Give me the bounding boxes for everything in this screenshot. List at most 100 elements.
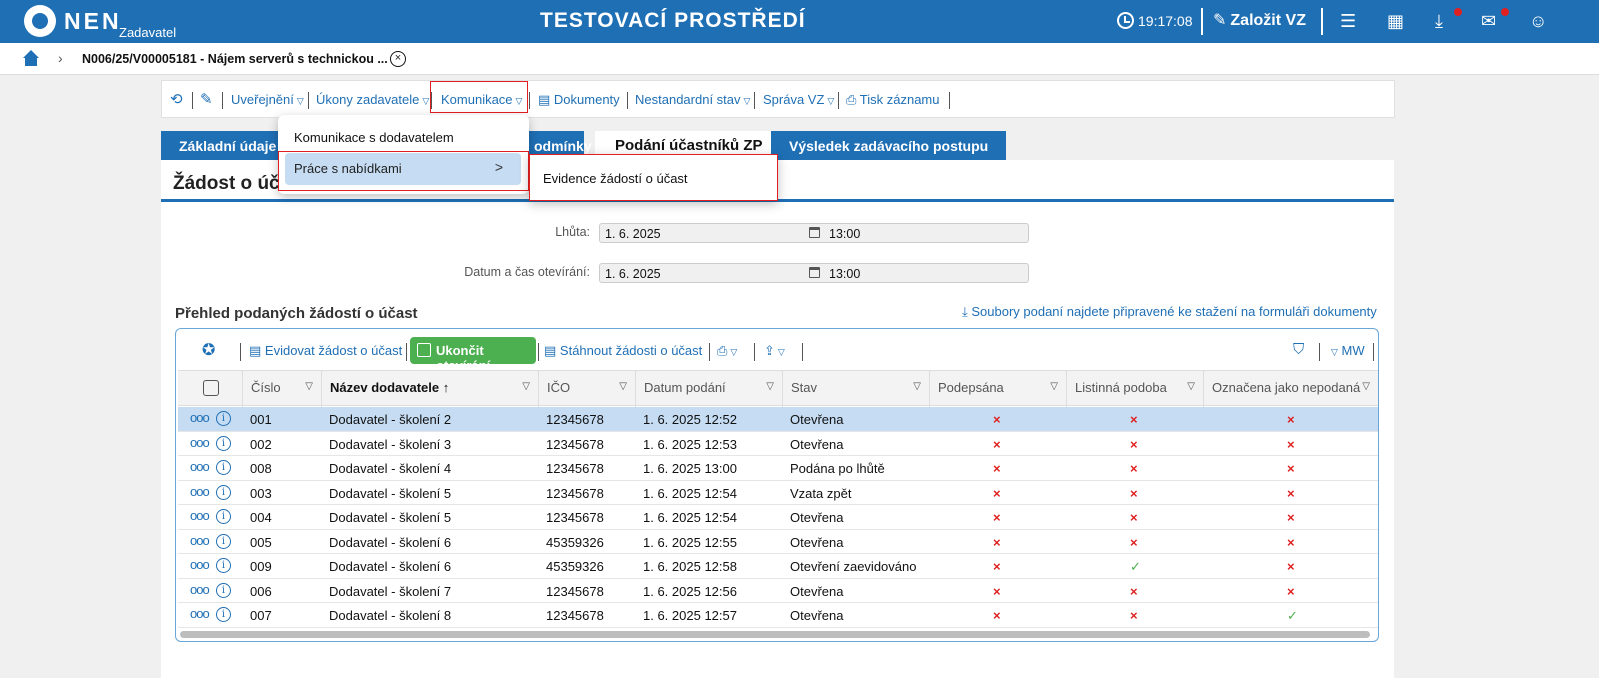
download-icon[interactable]: ⤓ [1435, 11, 1443, 32]
row-actions-icon[interactable]: ooo [190, 410, 210, 425]
table-row[interactable]: ooo i 008 Dodavatel - školení 4 12345678 1. 6… [178, 456, 1378, 481]
info-icon[interactable]: i [216, 533, 231, 549]
mail-icon[interactable]: ✉ [1481, 11, 1496, 32]
filter-triangle-icon[interactable]: ▽ [619, 381, 627, 392]
table-row[interactable]: ooo i 001 Dodavatel - školení 2 12345678 1. 6… [178, 407, 1378, 432]
dropdown-triangle-icon: ▽ [827, 96, 835, 106]
cell-date: 1. 6. 2025 13:00 [643, 461, 737, 476]
info-icon[interactable]: i [216, 435, 231, 451]
cell-supplier: Dodavatel - školení 4 [329, 461, 452, 476]
column-not-submitted[interactable]: Označena jako nepodaná ▽ [1203, 371, 1378, 407]
notification-dot [1501, 8, 1509, 16]
column-settings-icon[interactable] [203, 380, 219, 396]
column-supplier[interactable]: Název dodavatele ↑ ▽ [321, 371, 538, 407]
filter-triangle-icon[interactable]: ▽ [1050, 381, 1058, 392]
download-requests-button[interactable]: ▤ Stáhnout žádosti o účast [544, 343, 702, 359]
export-button[interactable]: ⇪ ▽ [764, 343, 785, 359]
close-icon[interactable]: × [390, 51, 406, 67]
breadcrumb-title[interactable]: N006/25/V00005181 - Nájem serverů s tech… [82, 52, 388, 66]
row-actions-icon[interactable]: ooo [190, 582, 210, 597]
cell-not-submitted: × [1287, 412, 1295, 427]
create-vz-button[interactable]: ✎ Založit VZ [1213, 10, 1306, 30]
download-files-link[interactable]: ⤓ Soubory podaní najdete připravené ke s… [962, 304, 1377, 320]
table-row[interactable]: ooo i 002 Dodavatel - školení 3 12345678 1. 6… [178, 432, 1378, 456]
nen-logo-icon[interactable] [24, 5, 56, 37]
row-actions-icon[interactable]: ooo [190, 557, 210, 572]
calendar-icon[interactable]: ▦ [1387, 11, 1404, 32]
row-actions-icon[interactable]: ooo [190, 435, 210, 450]
menu-item-supplier-communication[interactable]: Komunikace s dodavatelem [294, 130, 454, 145]
row-actions-icon[interactable]: ooo [190, 459, 210, 474]
row-actions-icon[interactable]: ooo [190, 508, 210, 523]
row-actions-icon[interactable]: ooo [190, 606, 210, 621]
award-icon[interactable]: ✪ [202, 340, 215, 360]
table-row[interactable]: ooo i 006 Dodavatel - školení 7 12345678 1. 6… [178, 579, 1378, 603]
cell-state: Otevřena [790, 608, 844, 623]
table-row[interactable]: ooo i 009 Dodavatel - školení 6 45359326 1. 6… [178, 554, 1378, 579]
home-icon[interactable] [22, 50, 40, 66]
menu-icon[interactable]: ☰ [1340, 11, 1356, 32]
menu-item-register-requests[interactable]: Evidence žádostí o účast [543, 171, 688, 186]
column-paper[interactable]: Listinná podoba ▽ [1066, 371, 1203, 407]
acts-menu[interactable]: Úkony zadavatele ▽ [316, 92, 429, 107]
cell-supplier: Dodavatel - školení 6 [329, 559, 452, 574]
opening-label: Datum a čas otevírání: [464, 265, 590, 279]
column-signed-label: Podepsána [938, 380, 1004, 395]
publish-label: Uveřejnění [231, 92, 294, 107]
column-state-label: Stav [791, 380, 818, 395]
cell-signed: × [993, 436, 1001, 452]
table-row[interactable]: ooo i 004 Dodavatel - školení 5 12345678 1. 6… [178, 505, 1378, 530]
info-icon[interactable]: i [216, 460, 231, 475]
info-icon[interactable]: i [216, 582, 231, 598]
logo-text[interactable]: NEN [64, 8, 122, 35]
cell-ico: 12345678 [546, 461, 604, 476]
refresh-icon[interactable]: ⟲ [170, 90, 183, 108]
edit-icon[interactable]: ✎ [200, 90, 213, 108]
publish-menu[interactable]: Uveřejnění ▽ [231, 92, 304, 107]
table-row[interactable]: ooo i 007 Dodavatel - školení 8 12345678 1. 6… [178, 603, 1378, 628]
filter-triangle-icon[interactable]: ▽ [522, 381, 530, 392]
calendar-icon [809, 267, 820, 278]
documents-button[interactable]: ▤ Dokumenty [538, 92, 620, 108]
cell-state: Otevřena [790, 412, 844, 427]
info-icon[interactable]: i [216, 411, 231, 426]
filter-triangle-icon[interactable]: ▽ [1362, 381, 1370, 392]
filter-triangle-icon[interactable]: ▽ [1187, 381, 1195, 392]
filter-icon[interactable]: ⛉ [1293, 341, 1304, 358]
print-button[interactable]: ⎙ Tisk záznamu [846, 92, 940, 108]
opening-date: 1. 6. 2025 [605, 267, 661, 281]
tab-basic-info[interactable]: Základní údaje [161, 131, 279, 160]
clock-icon [1117, 12, 1134, 29]
column-number[interactable]: Číslo ▽ [242, 371, 321, 407]
table-row[interactable]: ooo i 005 Dodavatel - školení 6 45359326 1. 6… [178, 530, 1378, 554]
filter-triangle-icon[interactable]: ▽ [766, 381, 774, 392]
document-icon: ▤ [538, 92, 554, 107]
table-row[interactable]: ooo i 003 Dodavatel - školení 5 12345678 1. 6… [178, 481, 1378, 505]
info-icon[interactable]: i [216, 509, 231, 524]
register-request-button[interactable]: ▤ Evidovat žádost o účast [249, 343, 402, 359]
filter-triangle-icon[interactable]: ▽ [305, 381, 313, 392]
info-icon[interactable]: i [216, 607, 231, 622]
column-signed[interactable]: Podepsána ▽ [929, 371, 1066, 407]
column-date[interactable]: Datum podání ▽ [635, 371, 782, 407]
column-preset-menu[interactable]: ▽ MW [1328, 343, 1365, 358]
divider [1201, 8, 1203, 35]
tab-result[interactable]: Výsledek zadávacího postupu [771, 131, 1006, 160]
finish-opening-button[interactable]: Ukončit otevírání [410, 337, 536, 373]
offers-submenu: Evidence žádostí o účast [529, 154, 778, 201]
filter-triangle-icon[interactable]: ▽ [913, 381, 921, 392]
row-actions-icon[interactable]: ooo [190, 533, 210, 548]
column-state[interactable]: Stav ▽ [782, 371, 929, 407]
user-icon[interactable]: ☺ [1529, 11, 1547, 32]
row-actions-icon[interactable]: ooo [190, 484, 210, 499]
print-label: Tisk záznamu [859, 92, 940, 107]
info-icon[interactable]: i [216, 484, 231, 500]
nonstandard-menu[interactable]: Nestandardní stav ▽ [635, 92, 750, 107]
horizontal-scrollbar[interactable] [180, 631, 1370, 638]
info-icon[interactable]: i [216, 558, 231, 573]
management-menu[interactable]: Správa VZ ▽ [763, 92, 834, 107]
print-grid-button[interactable]: ⎙ ▽ [717, 343, 737, 359]
cell-supplier: Dodavatel - školení 2 [329, 412, 452, 427]
highlight-box [278, 151, 529, 191]
column-ico[interactable]: IČO ▽ [538, 371, 635, 407]
